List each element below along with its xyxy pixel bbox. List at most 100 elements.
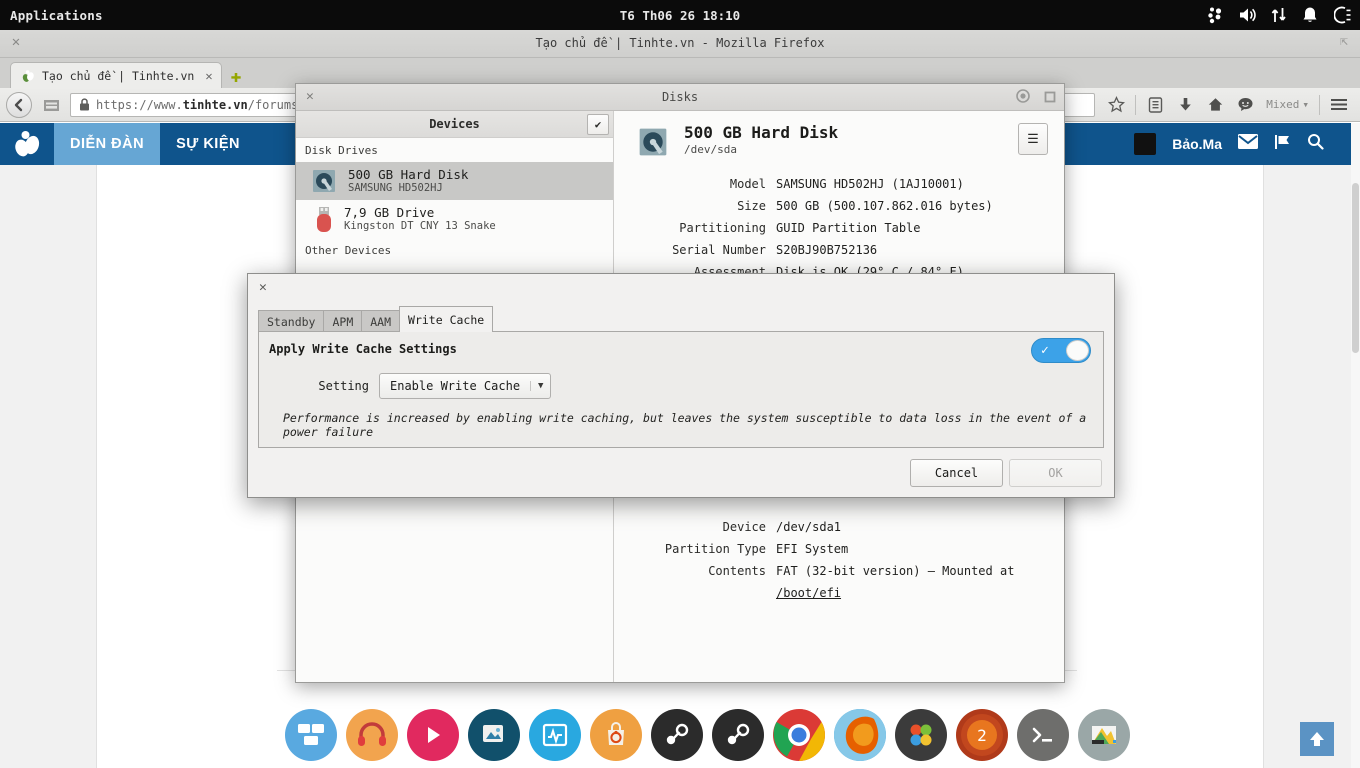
write-cache-setting-dropdown[interactable]: Enable Write Cache ▼ (379, 373, 552, 399)
partition-property-value-1: EFI System (776, 542, 849, 556)
write-cache-dialog: ✕ Standby APM AAM Write Cache Apply Writ… (247, 273, 1115, 498)
site-identity-button[interactable] (38, 94, 64, 116)
disk-property-key-3: Serial Number (672, 243, 766, 257)
device-row-500gb-hard-disk[interactable]: 500 GB Hard Disk SAMSUNG HD502HJ (296, 162, 613, 200)
apply-write-cache-toggle[interactable]: ✓ (1031, 338, 1091, 363)
devices-header: Devices ✔ (296, 111, 613, 138)
avatar[interactable] (1134, 133, 1157, 155)
mixed-content-indicator[interactable]: Mixed ▾ (1260, 98, 1315, 111)
chevron-down-icon: ▾ (1302, 98, 1309, 111)
tab-standby[interactable]: Standby (258, 310, 324, 332)
disk-title: 500 GB Hard Disk (684, 123, 839, 142)
dock-item-game-app[interactable]: 2 (956, 709, 1008, 761)
site-username[interactable]: Bảo.Ma (1172, 136, 1222, 152)
record-circle-icon[interactable] (1016, 88, 1030, 107)
disks-window-title: Disks (661, 90, 699, 104)
device-name-1: 7,9 GB Drive (344, 205, 435, 220)
partition-property-contents: Contents FAT (32-bit version) — Mounted … (636, 560, 1048, 604)
network-updown-icon[interactable] (1270, 6, 1288, 24)
setting-label: Setting (318, 379, 369, 393)
power-icon[interactable] (1333, 6, 1352, 24)
setting-row: Setting Enable Write Cache ▼ (259, 373, 552, 399)
usb-drive-icon (314, 206, 334, 232)
reading-list-icon[interactable] (1140, 91, 1170, 119)
site-nav-item-dien-dan[interactable]: DIỄN ĐÀN (54, 123, 161, 165)
device-text-0: 500 GB Hard Disk SAMSUNG HD502HJ (348, 167, 468, 195)
setting-value: Enable Write Cache (390, 379, 521, 393)
device-name-0: 500 GB Hard Disk (348, 167, 469, 182)
partition-property-key-2: Contents (708, 564, 766, 578)
tab-apm[interactable]: APM (323, 310, 362, 332)
svg-text:2: 2 (977, 726, 987, 745)
downloads-icon[interactable] (1170, 91, 1200, 119)
mixed-label: Mixed (1266, 98, 1300, 111)
hamburger-menu-icon[interactable] (1324, 91, 1354, 119)
toolbar-divider (1135, 94, 1137, 115)
volume-icon[interactable] (1238, 6, 1256, 24)
dialog-tabs: Standby APM AAM Write Cache (258, 306, 494, 332)
tab-aam[interactable]: AAM (361, 310, 400, 332)
device-row-79gb-drive[interactable]: 7,9 GB Drive Kingston DT CNY 13 Snake (296, 200, 613, 238)
back-arrow-icon (14, 98, 23, 111)
back-button[interactable] (6, 91, 32, 118)
dock-item-music-app[interactable] (346, 709, 398, 761)
page-icon (43, 99, 59, 111)
firefox-restore-icon[interactable]: ⇱ (1336, 34, 1352, 50)
disk-menu-button[interactable]: ☰ (1018, 123, 1048, 155)
ok-button: OK (1009, 459, 1102, 487)
grid-dots-icon[interactable] (1206, 6, 1224, 24)
dock-item-image-viewer-app[interactable] (468, 709, 520, 761)
partition-property-type: Partition Type EFI System (636, 538, 1048, 560)
dialog-close-icon[interactable]: ✕ (259, 280, 267, 295)
cancel-button[interactable]: Cancel (910, 459, 1003, 487)
disk-property-key-1: Size (737, 199, 766, 213)
firefox-window-title: Tạo chủ đề | Tinhte.vn - Mozilla Firefox (535, 36, 825, 50)
bookmark-star-icon[interactable] (1101, 91, 1131, 119)
clock[interactable]: T6 Th06 26 18:10 (0, 8, 1360, 23)
dock-item-google-chrome-app[interactable] (773, 709, 825, 761)
disk-property-key-2: Partitioning (679, 221, 766, 235)
page-scrollbar-thumb[interactable] (1352, 183, 1359, 353)
devices-check-button[interactable]: ✔ (587, 114, 609, 135)
system-tray (1206, 0, 1352, 30)
site-nav-label-1: SỰ KIỆN (176, 136, 240, 152)
maximize-square-icon[interactable] (1044, 88, 1056, 107)
page-scrollbar[interactable] (1351, 123, 1360, 768)
dock-item-video-player-app[interactable] (407, 709, 459, 761)
device-text-1: 7,9 GB Drive Kingston DT CNY 13 Snake (344, 205, 496, 233)
tinhte-logo-icon[interactable] (0, 129, 54, 159)
dock-item-terminal-app[interactable] (1017, 709, 1069, 761)
dock-item-ubuntu-software-app[interactable] (590, 709, 642, 761)
disk-detail-header: 500 GB Hard Disk /dev/sda ☰ (636, 123, 1048, 159)
site-nav-right: Bảo.Ma (1134, 133, 1360, 155)
toolbar-divider-2 (1319, 94, 1320, 115)
panel-title: Apply Write Cache Settings (269, 342, 457, 356)
new-tab-button[interactable]: ✚ (231, 68, 242, 86)
dock-item-files-app[interactable] (285, 709, 337, 761)
envelope-icon[interactable] (1238, 134, 1258, 154)
dock-item-system-monitor-app[interactable] (529, 709, 581, 761)
search-icon[interactable] (1307, 133, 1324, 155)
mount-point-link[interactable]: /boot/efi (776, 586, 841, 600)
desktop-top-panel: Applications T6 Th06 26 18:10 (0, 0, 1360, 30)
tinhte-favicon (21, 69, 35, 83)
write-cache-description: Performance is increased by enabling wri… (283, 411, 1087, 439)
device-model-1: Kingston DT CNY 13 Snake (344, 220, 496, 232)
dock-item-steam-app[interactable] (651, 709, 703, 761)
bell-icon[interactable] (1302, 6, 1320, 24)
disk-property-value-0: SAMSUNG HD502HJ (1AJ10001) (776, 177, 964, 191)
site-nav-item-su-kien[interactable]: SỰ KIỆN (160, 123, 256, 165)
site-nav-label-0: DIỄN ĐÀN (70, 136, 145, 152)
chat-icon[interactable] (1230, 91, 1260, 119)
scroll-to-top-button[interactable] (1300, 722, 1334, 756)
dock-item-disks-app[interactable] (1078, 709, 1130, 761)
browser-tab-close-icon[interactable]: ✕ (201, 69, 212, 83)
disk-property-partitioning: Partitioning GUID Partition Table (636, 217, 1048, 239)
dock-item-firefox-app[interactable] (834, 709, 886, 761)
home-icon[interactable] (1200, 91, 1230, 119)
dock-item-clover-app[interactable] (895, 709, 947, 761)
flag-icon[interactable] (1274, 134, 1291, 155)
tab-write-cache[interactable]: Write Cache (399, 306, 494, 332)
browser-tab-tinhte[interactable]: Tạo chủ đề | Tinhte.vn ✕ (10, 62, 222, 88)
dock-item-steam-app-2[interactable] (712, 709, 764, 761)
